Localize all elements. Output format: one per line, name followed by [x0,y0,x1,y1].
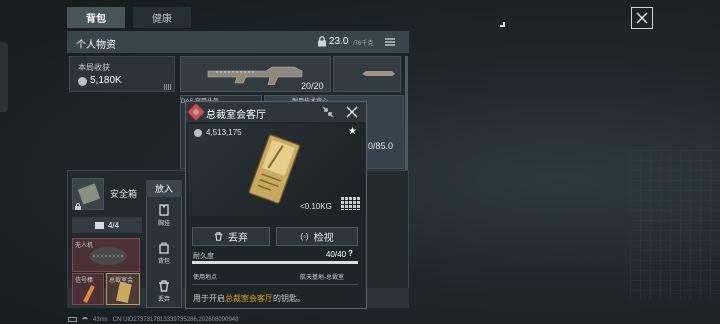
backpack-count: 4/4 [107,220,120,230]
weight-max: /76千克 [353,41,374,47]
backpack-icon [94,221,104,229]
lock-icon [318,36,326,47]
discard-button[interactable]: 丢弃 [192,227,270,246]
wifi-icon [82,317,88,322]
stash-weight: 0/85.0 [368,141,394,151]
inspect-button-label: 检视 [313,233,334,244]
coin-icon [78,77,87,86]
price-coin-icon [194,129,202,137]
safe-box-slot[interactable] [72,178,104,210]
close-button[interactable] [631,7,653,29]
key-card-small-icon [116,282,132,304]
menu-vest[interactable]: 胸挂 [152,204,176,232]
inventory-header: 个人物资 23.0 /76千克 [67,31,409,53]
place-in-label: 放入 [154,184,173,194]
durability-bar-fill [192,261,358,264]
inspect-button[interactable]: (◦) 检视 [276,227,358,246]
item-image-area: 4,513,175 ★ <0.10KG [188,124,364,216]
popup-title-bar: 总裁室会客厅 [186,102,366,122]
drone-slot[interactable]: 无人机 [72,238,140,272]
weapon-slot[interactable]: 20/20 [180,56,331,92]
tab-health[interactable]: 健康 [133,7,191,28]
popup-close-icon[interactable] [346,106,358,118]
background-grid [630,150,720,300]
location-label: 使用地点 [193,275,218,281]
safe-box-label: 安全箱 [110,189,138,199]
menu-backpack-label: 背包 [157,259,170,265]
safe-lock-icon [75,203,81,210]
menu-vest-label: 胸挂 [157,221,170,227]
left-edge-handle[interactable] [0,42,8,112]
knife-icon [342,71,395,76]
location-value: 航天基地-总裁室 [300,275,344,281]
dots-icon [164,84,171,90]
popup-title: 总裁室会客厅 [206,110,266,121]
item-price: 4,513,175 [206,128,242,137]
item-detail-popup: 总裁室会客厅 4,513,175 ★ <0.10KG 丢弃 (◦) 检视 耐久度… [185,101,367,309]
durability-label: 耐久度 [193,253,214,260]
close-icon [636,12,648,24]
help-icon[interactable]: ? [348,249,353,258]
battery-icon [68,317,77,322]
key-item-slot[interactable]: 总裁室会 [106,273,140,305]
favorite-star-icon[interactable]: ★ [348,126,357,137]
menu-backpack[interactable]: 背包 [152,242,176,270]
durability-bar [192,261,358,264]
menu-discard[interactable]: 丢弃 [152,280,176,308]
desc-prefix: 用于开启 [193,294,225,303]
status-bar: 43ms CN UID2737317813339735286,202608090… [68,315,238,324]
earnings-panel: 本局收获 5,180K [69,56,175,92]
durability-value: 40/40 [326,250,347,259]
uid-text: CN UID2737317813339735286,202608090948 [112,316,239,323]
cursor-icon [500,22,505,27]
menu-discard-label: 丢弃 [157,297,170,303]
key-card-icon [248,134,301,204]
weight-current: 23.0 [329,36,349,47]
tab-backpack[interactable]: 背包 [67,7,125,28]
item-weight: <0.10KG [300,202,332,211]
safe-box-icon [78,183,100,205]
trash-icon [159,280,169,292]
backpack-count-tab[interactable]: 4/4 [72,217,142,233]
bag-icon [159,242,169,254]
signal-stick-slot[interactable]: 信号棒 [72,273,104,305]
knife-slot[interactable] [333,56,401,92]
item-description: 用于开启总裁室会客厅的钥匙。 [193,293,305,304]
desc-suffix: 的钥匙。 [273,294,305,303]
ping-value: 43ms [93,316,108,323]
discard-trash-icon [214,232,223,241]
desc-highlight: 总裁室会客厅 [225,294,273,303]
rifle-icon [207,66,303,85]
inspect-icon: (◦) [300,232,309,241]
earnings-value: 5,180K [90,75,122,86]
earnings-label: 本局收获 [78,63,110,72]
collapse-icon[interactable] [322,106,334,118]
inventory-title: 个人物资 [76,40,116,51]
divider [192,284,358,285]
drone-icon [90,247,126,265]
vest-icon [159,204,169,216]
place-in-header: 放入 [146,180,182,197]
list-icon[interactable] [385,38,395,46]
discard-button-label: 丢弃 [228,233,248,244]
signal-stick-icon [83,285,95,303]
grid-size-icon [340,196,360,210]
ammo-count: 20/20 [301,81,324,91]
